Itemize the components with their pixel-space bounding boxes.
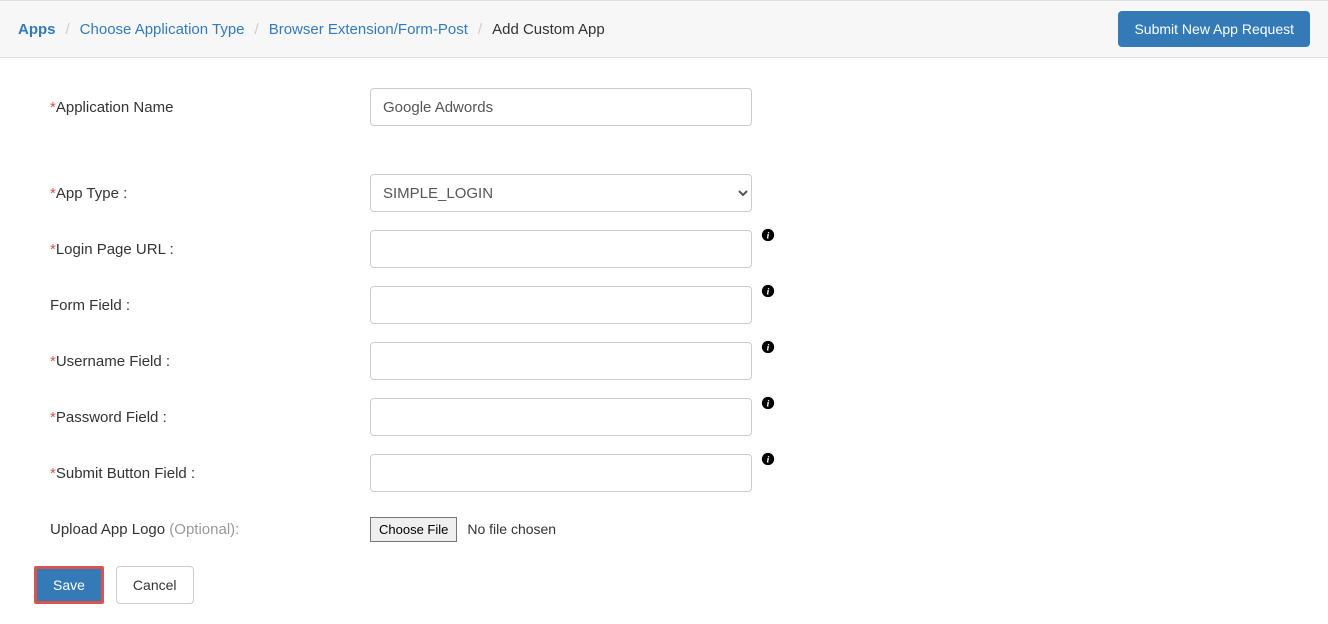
svg-text:i: i [767, 399, 770, 410]
submit-new-app-request-button[interactable]: Submit New App Request [1118, 11, 1310, 47]
save-button[interactable]: Save [34, 566, 104, 604]
form-field-input[interactable] [370, 286, 752, 324]
breadcrumb-current: Add Custom App [492, 21, 605, 38]
button-row: Save Cancel [34, 566, 1278, 604]
info-icon[interactable]: i [760, 339, 776, 355]
label-password-field: *Password Field : [50, 409, 370, 426]
row-form-field: Form Field : i [50, 286, 1278, 324]
label-application-name: *Application Name [50, 99, 370, 116]
login-url-input[interactable] [370, 230, 752, 268]
breadcrumb-separator: / [478, 21, 482, 38]
info-icon[interactable]: i [760, 283, 776, 299]
info-icon[interactable]: i [760, 227, 776, 243]
form-area: *Application Name *App Type : SIMPLE_LOG… [0, 58, 1328, 624]
row-upload-logo: Upload App Logo (Optional): Choose File … [50, 510, 1278, 548]
row-app-type: *App Type : SIMPLE_LOGIN [50, 174, 1278, 212]
label-username-field: *Username Field : [50, 353, 370, 370]
breadcrumb-separator: / [255, 21, 259, 38]
info-icon[interactable]: i [760, 395, 776, 411]
username-field-input[interactable] [370, 342, 752, 380]
row-login-url: *Login Page URL : i [50, 230, 1278, 268]
cancel-button[interactable]: Cancel [116, 566, 194, 604]
file-chosen-text: No file chosen [467, 521, 556, 537]
application-name-input[interactable] [370, 88, 752, 126]
row-application-name: *Application Name [50, 88, 1278, 126]
choose-file-button[interactable]: Choose File [370, 517, 457, 542]
label-submit-button-field: *Submit Button Field : [50, 465, 370, 482]
label-app-type: *App Type : [50, 185, 370, 202]
row-submit-button-field: *Submit Button Field : i [50, 454, 1278, 492]
label-form-field: Form Field : [50, 297, 370, 314]
info-icon[interactable]: i [760, 451, 776, 467]
header-bar: Apps / Choose Application Type / Browser… [0, 0, 1328, 58]
breadcrumb-separator: / [66, 21, 70, 38]
app-type-select[interactable]: SIMPLE_LOGIN [370, 174, 752, 212]
submit-button-field-input[interactable] [370, 454, 752, 492]
svg-text:i: i [767, 231, 770, 242]
label-upload-logo: Upload App Logo (Optional): [50, 521, 370, 538]
svg-text:i: i [767, 287, 770, 298]
breadcrumb-browser-extension[interactable]: Browser Extension/Form-Post [269, 21, 468, 38]
row-password-field: *Password Field : i [50, 398, 1278, 436]
breadcrumb-choose-type[interactable]: Choose Application Type [80, 21, 245, 38]
breadcrumb-apps[interactable]: Apps [18, 21, 56, 38]
label-login-url: *Login Page URL : [50, 241, 370, 258]
breadcrumb: Apps / Choose Application Type / Browser… [18, 21, 605, 38]
row-username-field: *Username Field : i [50, 342, 1278, 380]
svg-text:i: i [767, 455, 770, 466]
password-field-input[interactable] [370, 398, 752, 436]
svg-text:i: i [767, 343, 770, 354]
